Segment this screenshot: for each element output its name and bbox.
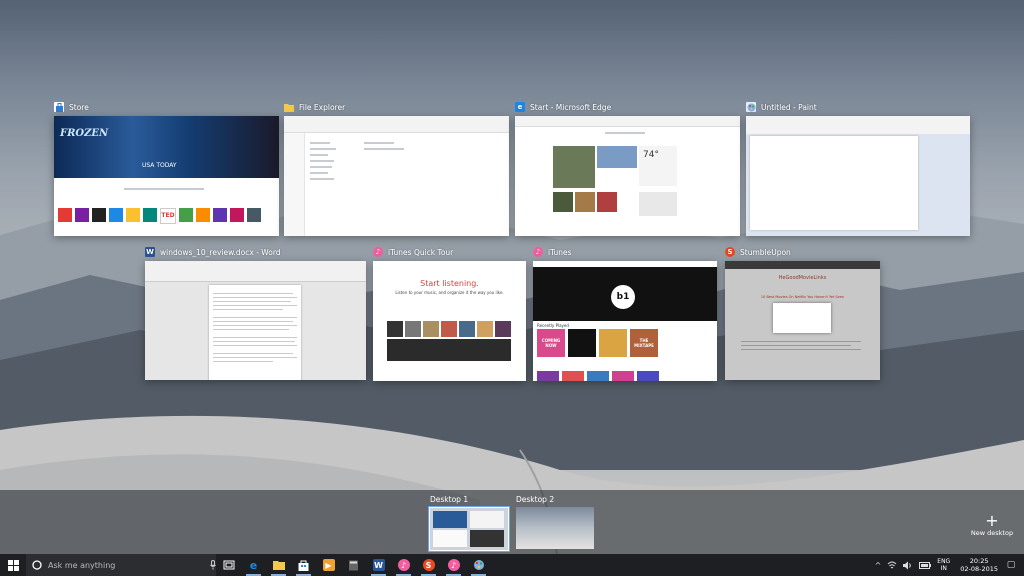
stumbleupon-icon: S	[725, 247, 735, 257]
desktop-2-thumbnail[interactable]	[516, 507, 594, 549]
clock[interactable]: 20:25 02-08-2015	[960, 557, 998, 573]
clock-date: 02-08-2015	[960, 565, 998, 573]
taskbar-itunes[interactable]: ♪	[391, 554, 416, 576]
desktop-1-label: Desktop 1	[430, 495, 469, 504]
window-thumbnail-file-explorer[interactable]: File Explorer	[284, 103, 509, 236]
paint-preview	[746, 116, 970, 236]
window-title-itunes-quick-tour: ♪ iTunes Quick Tour	[373, 245, 453, 259]
folder-icon	[272, 561, 285, 570]
taskbar-stumbleupon[interactable]: S	[416, 554, 441, 576]
window-thumbnail-word[interactable]: W windows_10_review.docx - Word	[145, 247, 366, 380]
store-icon	[298, 560, 309, 571]
taskbar-itunes-2[interactable]: ♪	[441, 554, 466, 576]
store-icon	[54, 102, 64, 112]
paint-icon	[473, 560, 484, 570]
folder-icon	[284, 102, 294, 112]
edge-icon: e	[515, 102, 525, 112]
window-title-word: W windows_10_review.docx - Word	[145, 247, 281, 257]
itunes-icon: ♪	[533, 247, 543, 257]
window-thumbnail-edge[interactable]: e Start - Microsoft Edge 74°	[515, 102, 740, 236]
desktop-2-label: Desktop 2	[516, 495, 555, 504]
file-explorer-preview	[284, 116, 509, 236]
album-coming-now: COMING NOW	[537, 329, 565, 357]
tour-subline: Listen to your music, and organize it th…	[395, 290, 504, 295]
stumbleupon-preview: HeGoodMovieLinks 10 Best Movies On Netfl…	[725, 261, 880, 380]
window-title-paint: Untitled - Paint	[746, 100, 817, 114]
itunes-icon: ♪	[447, 559, 460, 571]
taskbar-word[interactable]: W	[366, 554, 391, 576]
search-placeholder: Ask me anything	[48, 560, 116, 570]
taskbar-paint[interactable]	[466, 554, 491, 576]
edge-icon: e	[249, 558, 258, 572]
network-icon[interactable]	[887, 561, 897, 570]
word-document-page	[209, 285, 301, 380]
window-title-stumbleupon: S StumbleUpon	[725, 245, 791, 259]
cortana-icon	[32, 560, 42, 570]
windows-logo-icon	[7, 559, 19, 571]
start-button[interactable]	[0, 554, 26, 576]
clock-time: 20:25	[969, 557, 989, 565]
window-title-store: Store	[54, 100, 89, 114]
frozen-banner-text: FROZEN	[60, 128, 109, 139]
new-desktop-button[interactable]: + New desktop	[968, 511, 1016, 538]
taskbar-calculator[interactable]	[341, 554, 366, 576]
itunes-icon: ♪	[373, 247, 383, 257]
media-player-icon: ▶	[322, 559, 335, 571]
beats-1-logo: b1	[611, 285, 635, 309]
itunes-tour-preview: Start listening. Listen to your music, a…	[373, 261, 526, 381]
calculator-icon	[349, 560, 358, 570]
task-view-button[interactable]	[216, 554, 241, 576]
weather-temp: 74°	[643, 150, 659, 160]
action-center-icon[interactable]: ▢	[1004, 554, 1018, 576]
itunes-icon: ♪	[397, 559, 410, 571]
window-title-edge: e Start - Microsoft Edge	[515, 100, 611, 114]
taskbar-store[interactable]	[291, 554, 316, 576]
taskbar-media-player[interactable]: ▶	[316, 554, 341, 576]
window-title-file-explorer: File Explorer	[284, 100, 345, 114]
store-app-tiles: TED	[58, 208, 261, 224]
paint-icon	[746, 102, 756, 112]
store-hero-banner: FROZEN USA TODAY	[54, 116, 279, 179]
album-the-mixtape: THE MIXTAPE	[630, 329, 658, 357]
word-preview	[145, 261, 366, 380]
window-thumbnail-itunes-quick-tour[interactable]: ♪ iTunes Quick Tour Start listening. Lis…	[373, 247, 526, 381]
paint-canvas	[750, 136, 918, 230]
taskbar-edge[interactable]: e	[241, 554, 266, 576]
desktop-1-thumbnail[interactable]	[428, 506, 510, 552]
cortana-search-box[interactable]: Ask me anything	[26, 554, 216, 576]
usa-today-text: USA TODAY	[142, 162, 177, 169]
volume-icon[interactable]	[903, 561, 913, 570]
store-preview: FROZEN USA TODAY TED	[54, 116, 279, 236]
input-language-indicator[interactable]: ENG IN	[937, 558, 950, 572]
window-title-itunes: ♪ iTunes	[533, 245, 572, 259]
tour-headline: Start listening.	[420, 279, 479, 288]
edge-preview: 74°	[515, 116, 740, 236]
window-thumbnail-stumbleupon[interactable]: S StumbleUpon HeGoodMovieLinks 10 Best M…	[725, 247, 880, 380]
ted-tile: TED	[160, 208, 176, 224]
itunes-preview: b1 Recently Played COMING NOW THE MIXTAP…	[533, 261, 717, 381]
task-view-icon	[223, 560, 234, 570]
plus-icon: +	[985, 511, 999, 530]
window-thumbnail-store[interactable]: Store FROZEN USA TODAY TED	[54, 102, 279, 236]
stumbleupon-icon: S	[422, 559, 435, 571]
taskbar-file-explorer[interactable]	[266, 554, 291, 576]
show-hidden-icons-chevron-icon[interactable]: ^	[875, 561, 882, 570]
system-tray: ^ ENG IN 20:25 02-08-2015 ▢	[875, 554, 1024, 576]
battery-icon[interactable]	[919, 561, 932, 569]
word-icon: W	[145, 247, 155, 257]
word-icon: W	[372, 559, 385, 571]
window-thumbnail-paint[interactable]: Untitled - Paint	[746, 102, 970, 236]
window-thumbnail-itunes[interactable]: ♪ iTunes b1 Recently Played COMING NOW T…	[533, 247, 717, 381]
desktops-bar	[0, 490, 1024, 554]
taskbar: Ask me anything e ▶ W ♪ S ♪ ^ ENG IN 20:…	[0, 554, 1024, 576]
store-nav-row	[124, 188, 204, 190]
